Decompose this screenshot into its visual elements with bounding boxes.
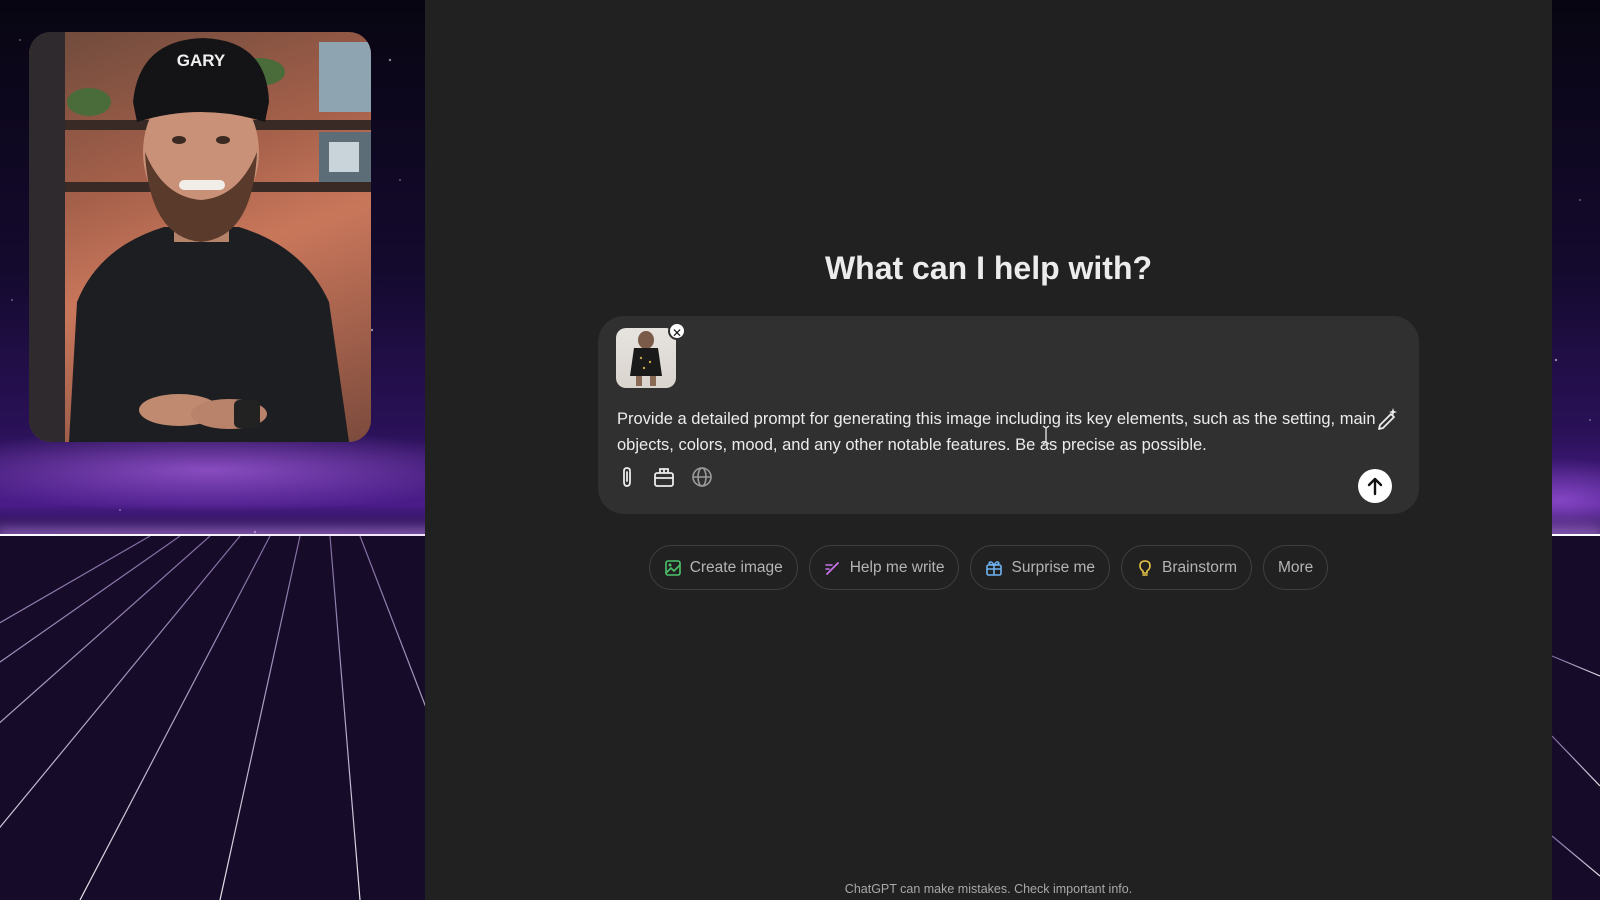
image-icon: [664, 559, 681, 576]
suggestion-chips: Create image Help me write Surprise me B…: [425, 545, 1552, 590]
chip-label: Brainstorm: [1162, 558, 1237, 576]
attach-paperclip-icon[interactable]: [614, 464, 640, 490]
chip-label: More: [1277, 558, 1314, 576]
chip-label: Create image: [689, 558, 783, 576]
prompt-input[interactable]: Provide a detailed prompt for generating…: [617, 406, 1377, 458]
prompt-composer[interactable]: ✕ Provide a detailed prompt for generati…: [598, 316, 1419, 514]
gift-icon: [986, 560, 1003, 576]
webcam-video-feed: GARY: [29, 32, 371, 442]
surprise-me-chip[interactable]: Surprise me: [970, 545, 1111, 590]
send-button[interactable]: [1358, 469, 1392, 503]
cap-logo-text: GARY: [177, 51, 226, 70]
chip-label: Help me write: [849, 558, 945, 576]
help-me-write-chip[interactable]: Help me write: [808, 545, 960, 590]
chat-app-window: What can I help with? ✕ Provide a detail…: [425, 0, 1552, 900]
more-chip[interactable]: More: [1262, 545, 1329, 590]
toolbox-icon[interactable]: [651, 464, 677, 490]
attached-image-thumbnail[interactable]: [616, 328, 676, 388]
pen-icon: [824, 561, 839, 575]
arrow-up-icon: [1367, 477, 1383, 496]
lightbulb-icon: [1139, 559, 1151, 576]
presenter-illustration: GARY: [29, 32, 371, 442]
remove-attachment-button[interactable]: ✕: [668, 322, 686, 340]
text-cursor-icon: [1042, 425, 1050, 445]
disclaimer-footer: ChatGPT can make mistakes. Check importa…: [844, 882, 1133, 896]
brainstorm-chip[interactable]: Brainstorm: [1121, 545, 1252, 590]
chip-label: Surprise me: [1011, 558, 1096, 576]
page-title: What can I help with?: [824, 250, 1153, 286]
create-image-chip[interactable]: Create image: [648, 545, 798, 590]
attached-image-preview: [630, 331, 662, 386]
globe-search-icon[interactable]: [689, 464, 715, 490]
magic-pen-icon[interactable]: [1373, 404, 1401, 432]
